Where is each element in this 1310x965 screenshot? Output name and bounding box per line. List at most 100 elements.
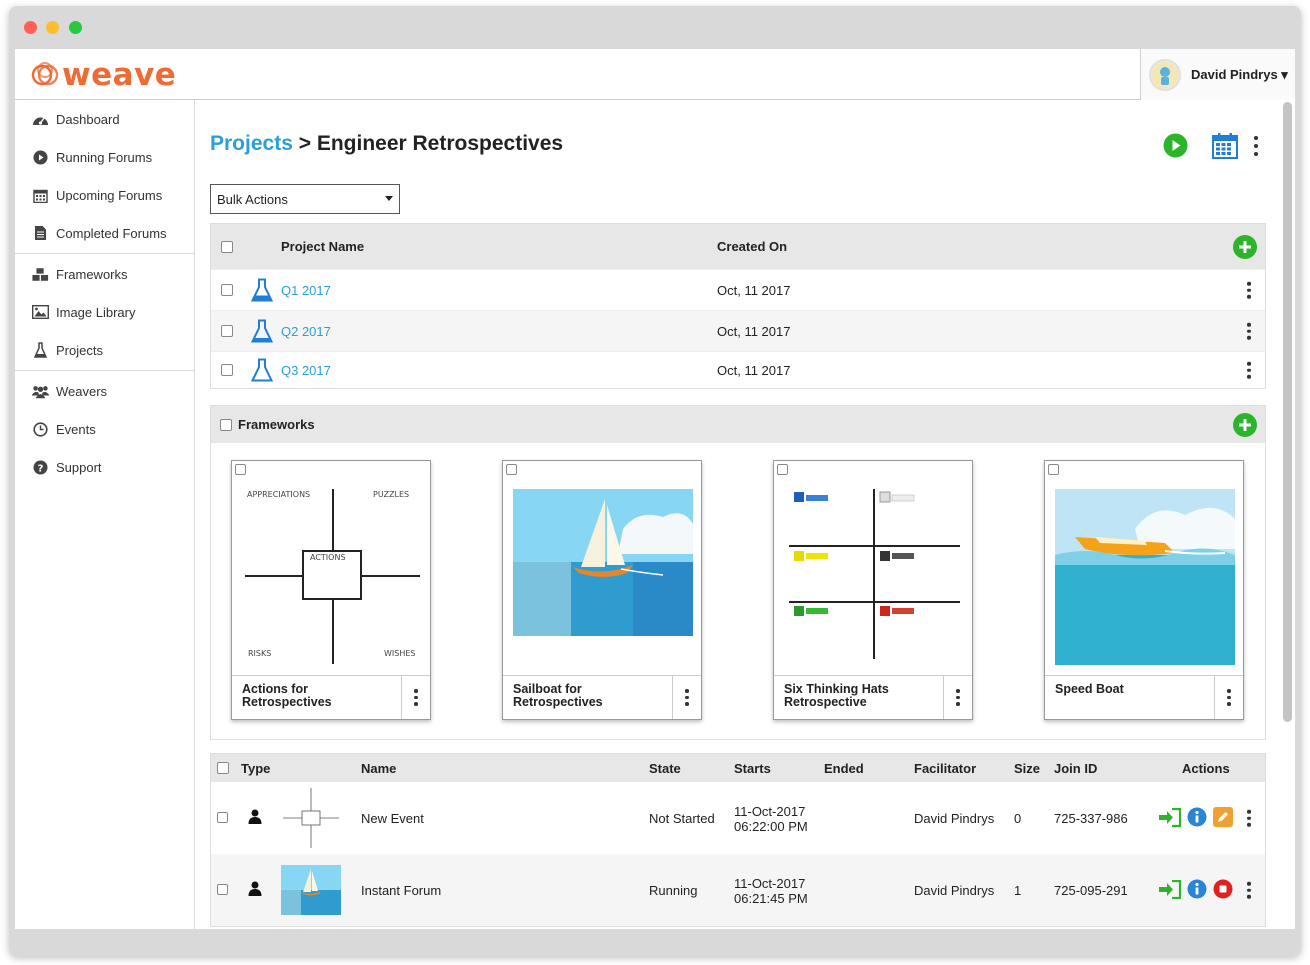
breadcrumb-projects-link[interactable]: Projects	[210, 132, 293, 155]
sidebar-item-weavers[interactable]: Weavers	[15, 372, 194, 410]
add-framework-button[interactable]	[1233, 412, 1257, 437]
breadcrumb-separator: >	[298, 132, 311, 155]
info-icon[interactable]	[1187, 879, 1207, 899]
frameworks-panel: Frameworks APPRECIATIONS PUZZLES ACTIONS…	[210, 405, 1266, 740]
event-size: 0	[1014, 811, 1022, 826]
card-footer: Actions for Retrospectives	[232, 675, 430, 719]
plus-icon	[1239, 240, 1251, 253]
image-icon	[32, 304, 49, 321]
card-checkbox[interactable]	[506, 464, 517, 475]
row-checkbox[interactable]	[217, 884, 228, 895]
main-content: Projects > Engineer Retrospectives Bulk …	[196, 100, 1281, 929]
add-project-button[interactable]	[1233, 234, 1257, 259]
event-start-date: 11-Oct-2017	[734, 876, 806, 891]
document-icon	[32, 225, 49, 242]
schedule-button[interactable]	[1212, 132, 1238, 159]
logo-icon	[31, 62, 59, 86]
row-menu-button[interactable]	[1247, 809, 1251, 827]
framework-card[interactable]: Six Thinking Hats Retrospective	[773, 460, 973, 720]
label-actions: ACTIONS	[310, 553, 346, 562]
cubes-icon	[32, 266, 49, 283]
frameworks-title: Frameworks	[238, 417, 315, 432]
card-checkbox[interactable]	[235, 464, 246, 475]
row-menu-button[interactable]	[1247, 881, 1251, 899]
more-options-button[interactable]	[1254, 135, 1258, 156]
six-hats-framework-thumbnail	[784, 489, 964, 665]
column-header-ended: Ended	[824, 760, 864, 776]
join-icon[interactable]	[1159, 880, 1181, 899]
sidebar-item-completed-forums[interactable]: Completed Forums	[15, 214, 194, 252]
project-link[interactable]: Q3 2017	[281, 363, 331, 378]
sidebar-item-label: Frameworks	[56, 266, 128, 282]
event-thumbnail	[281, 865, 341, 915]
project-link[interactable]: Q1 2017	[281, 283, 331, 298]
row-menu-button[interactable]	[1247, 281, 1251, 299]
sidebar-item-label: Dashboard	[56, 111, 120, 127]
sidebar-item-running-forums[interactable]: Running Forums	[15, 138, 194, 176]
event-name[interactable]: New Event	[361, 811, 424, 826]
card-menu-button[interactable]	[1214, 676, 1243, 719]
sidebar-divider	[15, 253, 194, 254]
project-link[interactable]: Q2 2017	[281, 324, 331, 339]
row-menu-button[interactable]	[1247, 361, 1251, 379]
stop-icon[interactable]	[1213, 879, 1233, 899]
sidebar-item-upcoming-forums[interactable]: Upcoming Forums	[15, 176, 194, 214]
table-row[interactable]: Instant Forum Running 11-Oct-2017 06:21:…	[211, 854, 1265, 926]
card-checkbox[interactable]	[1048, 464, 1059, 475]
sidebar-item-label: Events	[56, 421, 96, 437]
join-icon[interactable]	[1159, 808, 1181, 827]
user-name: David Pindrys ▾	[1191, 66, 1288, 82]
card-menu-button[interactable]	[672, 676, 701, 719]
event-thumbnail	[281, 788, 341, 848]
event-start-time: 06:21:45 PM	[734, 891, 808, 906]
sidebar-item-dashboard[interactable]: Dashboard	[15, 100, 194, 138]
row-menu-button[interactable]	[1247, 322, 1251, 340]
start-forum-button[interactable]	[1163, 133, 1188, 158]
events-table: Type Name State Starts Ended Facilitator…	[210, 753, 1266, 927]
sidebar-item-support[interactable]: ? Support	[15, 448, 194, 486]
info-icon[interactable]	[1187, 807, 1207, 827]
user-menu[interactable]: David Pindrys ▾	[1140, 49, 1295, 100]
column-header-name: Name	[361, 760, 397, 776]
edit-icon[interactable]	[1213, 807, 1233, 827]
framework-card[interactable]: Sailboat for Retrospectives	[502, 460, 702, 720]
card-menu-button[interactable]	[943, 676, 972, 719]
card-checkbox[interactable]	[777, 464, 788, 475]
user-icon	[248, 809, 262, 824]
created-on: Oct, 11 2017	[717, 362, 791, 378]
row-checkbox[interactable]	[221, 284, 233, 296]
sidebar-item-events[interactable]: Events	[15, 410, 194, 448]
sidebar-item-frameworks[interactable]: Frameworks	[15, 255, 194, 293]
sidebar-item-label: Projects	[56, 342, 103, 358]
close-window-button[interactable]	[24, 21, 37, 34]
table-row[interactable]: Q3 2017 Oct, 11 2017	[211, 351, 1265, 388]
weave-logo[interactable]: weave	[30, 55, 176, 95]
row-checkbox[interactable]	[217, 812, 228, 823]
row-checkbox[interactable]	[221, 325, 233, 337]
calendar-icon	[32, 187, 49, 204]
table-header: Type Name State Starts Ended Facilitator…	[211, 754, 1265, 782]
sidebar-item-label: Image Library	[56, 304, 136, 320]
maximize-window-button[interactable]	[69, 21, 82, 34]
events-select-all-checkbox[interactable]	[217, 762, 229, 774]
sidebar-item-image-library[interactable]: Image Library	[15, 293, 194, 331]
framework-card[interactable]: Speed Boat	[1044, 460, 1244, 720]
table-row[interactable]: Q1 2017 Oct, 11 2017	[211, 269, 1265, 310]
event-name[interactable]: Instant Forum	[361, 883, 441, 898]
row-checkbox[interactable]	[221, 364, 233, 376]
vertical-scrollbar[interactable]	[1283, 102, 1292, 722]
clock-icon	[32, 421, 49, 438]
calendar-icon	[1212, 133, 1238, 159]
column-header-actions: Actions	[1182, 760, 1230, 776]
minimize-window-button[interactable]	[46, 21, 59, 34]
card-menu-button[interactable]	[401, 676, 430, 719]
select-all-checkbox[interactable]	[221, 240, 233, 253]
event-join-id: 725-095-291	[1054, 883, 1128, 898]
bulk-actions-select[interactable]: Bulk Actions	[210, 184, 400, 214]
table-row[interactable]: New Event Not Started 11-Oct-2017 06:22:…	[211, 782, 1265, 854]
framework-card[interactable]: APPRECIATIONS PUZZLES ACTIONS RISKS WISH…	[231, 460, 431, 720]
sidebar-item-projects[interactable]: Projects	[15, 331, 194, 369]
table-row[interactable]: Q2 2017 Oct, 11 2017	[211, 310, 1265, 351]
actions-framework-thumbnail: APPRECIATIONS PUZZLES ACTIONS RISKS WISH…	[242, 489, 422, 665]
frameworks-select-all-checkbox[interactable]	[220, 418, 232, 431]
